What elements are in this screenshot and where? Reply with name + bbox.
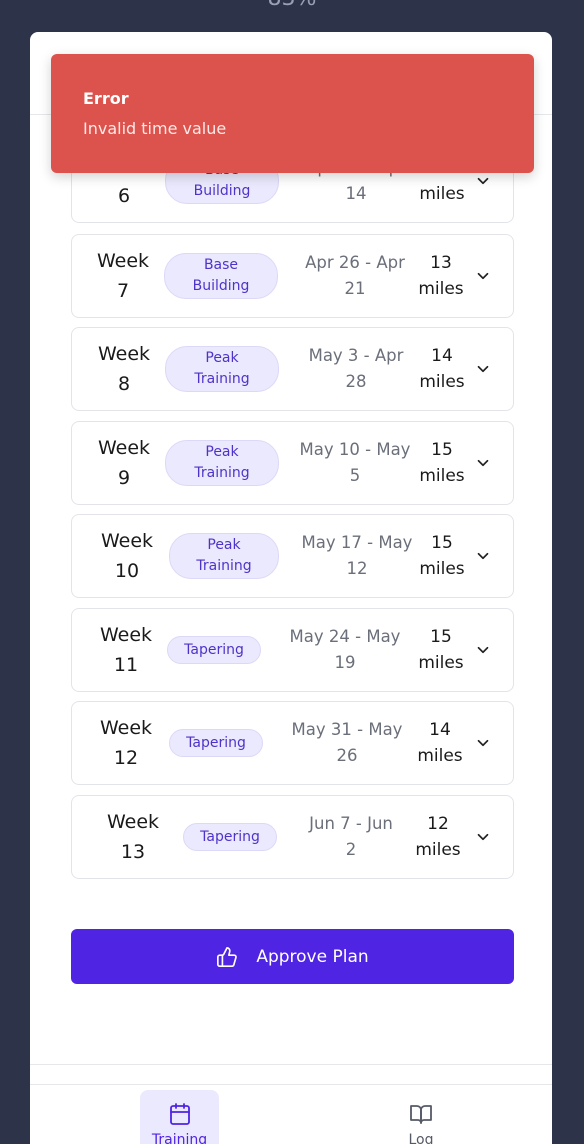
- chevron-down-icon[interactable]: [474, 641, 492, 659]
- week-row-12[interactable]: Week 12 Tapering May 31 - May 26 14 miles: [71, 701, 514, 785]
- toast-message: Invalid time value: [83, 119, 227, 138]
- phase-badge: Tapering: [183, 823, 277, 851]
- chevron-down-icon[interactable]: [474, 267, 492, 285]
- date-range: May 31 - May 26: [291, 720, 403, 765]
- phase-badge: BaseBuilding: [164, 253, 278, 299]
- miles-total: 15 miles: [418, 627, 464, 673]
- phase-badge: Peak Training: [165, 440, 279, 486]
- date-range: May 3 - Apr 28: [308, 346, 404, 391]
- date-range: Apr 26 - Apr 21: [305, 253, 405, 298]
- top-percentage-indicator: 83%: [0, 0, 584, 11]
- phase-badge: Peak Training: [165, 346, 279, 392]
- chevron-down-icon[interactable]: [474, 734, 492, 752]
- chevron-down-icon[interactable]: [474, 547, 492, 565]
- toast-title: Error: [83, 89, 129, 108]
- book-open-icon: [410, 1105, 432, 1124]
- thumbs-up-icon: [217, 946, 238, 967]
- chevron-down-icon[interactable]: [474, 360, 492, 378]
- week-label: Week 10: [100, 530, 154, 582]
- approve-plan-label: Approve Plan: [256, 946, 369, 967]
- chevron-down-icon[interactable]: [474, 172, 492, 190]
- plan-card: Week6 BaseBuilding Apr 19 - Apr14 12mile…: [30, 32, 552, 1144]
- chevron-down-icon[interactable]: [474, 454, 492, 472]
- week-row-9[interactable]: Week 9 Peak Training May 10 - May 5 15 miles: [71, 421, 514, 505]
- date-range: May 24 - May 19: [289, 627, 401, 672]
- nav-tab-log[interactable]: Log: [385, 1090, 457, 1144]
- week-label: Week 9: [97, 437, 151, 489]
- nav-label-log: Log: [408, 1132, 434, 1144]
- approve-plan-button[interactable]: Approve Plan: [71, 929, 514, 984]
- week-label: Week 7: [96, 250, 150, 302]
- date-range: Jun 7 - Jun 2: [309, 814, 393, 859]
- miles-total: 14 miles: [419, 346, 465, 392]
- week-row-13[interactable]: Week 13 Tapering Jun 7 - Jun 2 12 miles: [71, 795, 514, 879]
- week-row-10[interactable]: Week 10 Peak Training May 17 - May 12 15 mil…: [71, 514, 514, 598]
- week-label: Week 13: [106, 811, 160, 863]
- week-row-8[interactable]: Week 8 Peak Training May 3 - Apr 28 14 miles: [71, 327, 514, 411]
- date-range: May 10 - May 5: [299, 440, 411, 485]
- divider: [30, 1084, 552, 1085]
- phase-badge: Peak Training: [169, 533, 279, 579]
- week-row-11[interactable]: Week 11 Tapering May 24 - May 19 15 miles: [71, 608, 514, 692]
- miles-total: 15 miles: [419, 533, 465, 579]
- week-label: Week 12: [99, 717, 153, 769]
- miles-total: 12miles: [415, 814, 461, 860]
- miles-total: 15 miles: [419, 440, 465, 486]
- nav-label-training: Training: [151, 1132, 208, 1144]
- week-label: Week 11: [99, 624, 153, 676]
- nav-tab-training[interactable]: Training: [140, 1090, 219, 1144]
- week-row-7[interactable]: Week 7 Base Building Apr 26 - Apr 21 13 mile…: [71, 234, 514, 318]
- phase-badge: Tapering: [167, 636, 261, 664]
- calendar-icon: [169, 1103, 190, 1125]
- divider: [30, 1064, 552, 1065]
- error-toast[interactable]: Error Invalid time value: [51, 54, 534, 173]
- week-label: Week 8: [97, 343, 151, 395]
- miles-total: 14 miles: [417, 720, 463, 766]
- date-range: May 17 - May 12: [301, 533, 413, 578]
- chevron-down-icon[interactable]: [474, 828, 492, 846]
- phase-badge: Tapering: [169, 729, 263, 757]
- miles-total: 13 miles: [418, 253, 464, 299]
